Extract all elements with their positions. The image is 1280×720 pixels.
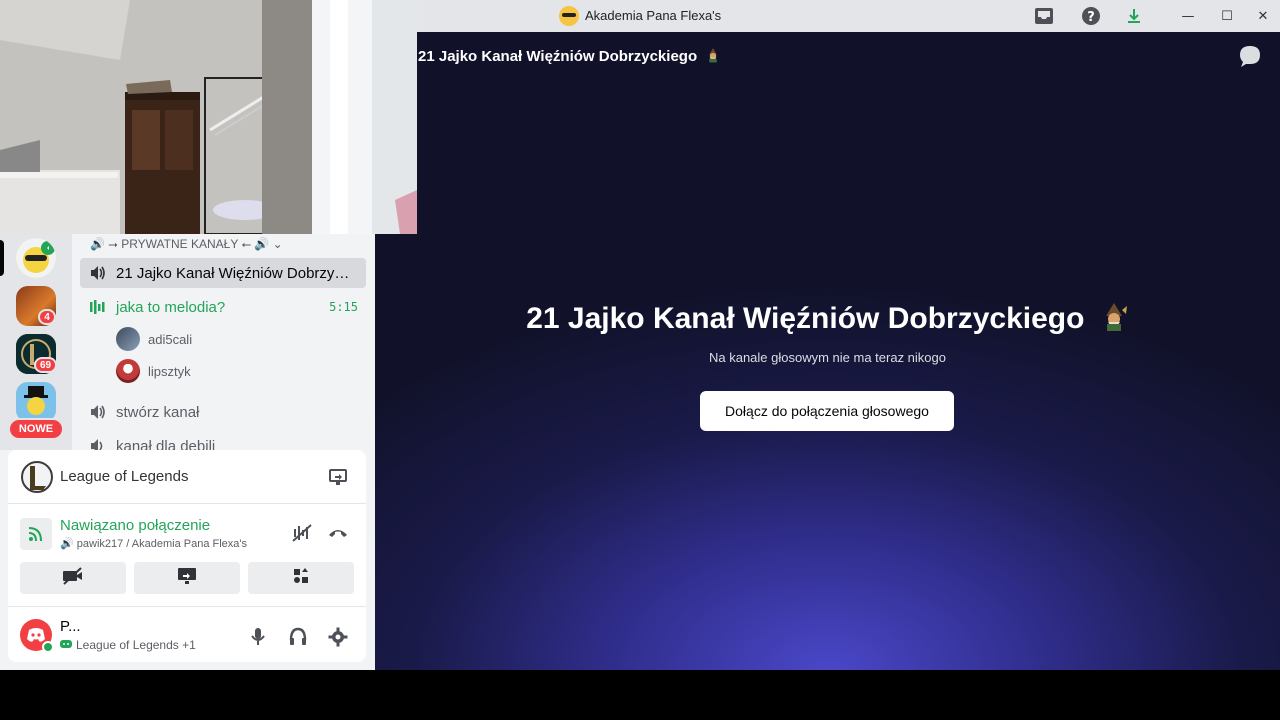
empty-channel-message: Na kanale głosowym nie ma teraz nikogo bbox=[708, 350, 946, 365]
gamepad-icon bbox=[60, 638, 72, 652]
channel-name: 21 Jajko Kanał Więźniów Dobrzy… bbox=[116, 264, 350, 282]
join-voice-button[interactable]: Dołącz do połączenia głosowego bbox=[700, 391, 954, 431]
username[interactable]: P... bbox=[60, 618, 81, 635]
screen-bottom-bar bbox=[0, 670, 1280, 720]
discord-window: Akademia Pana Flexa's ? — ☐ ✕ 4 69 NOWE … bbox=[0, 0, 1280, 670]
avatar bbox=[116, 359, 140, 383]
svg-text:?: ? bbox=[1087, 10, 1095, 25]
screen-share-icon bbox=[177, 567, 197, 589]
selected-server-indicator bbox=[0, 240, 4, 276]
channel-voice[interactable]: kanał dla debili bbox=[80, 431, 366, 450]
avatar bbox=[116, 327, 140, 351]
voice-connection: Nawiązano połączenie 🔊 pawik217 / Akadem… bbox=[8, 506, 366, 560]
activities-button[interactable] bbox=[248, 562, 354, 594]
channel-timer: 5:15 bbox=[329, 300, 358, 314]
camera-off-icon bbox=[62, 567, 84, 589]
help-icon[interactable]: ? bbox=[1081, 6, 1101, 26]
gnome-emoji-icon bbox=[709, 48, 718, 63]
voice-channel-icon bbox=[88, 263, 108, 283]
webcam-feed-image bbox=[0, 0, 417, 234]
channel-voice[interactable]: stwórz kanał bbox=[80, 397, 366, 427]
download-icon[interactable] bbox=[1124, 6, 1144, 26]
headphones-icon[interactable] bbox=[284, 623, 312, 651]
webcam-overlay bbox=[0, 0, 417, 234]
microphone-icon[interactable] bbox=[244, 623, 272, 651]
window-title: Akademia Pana Flexa's bbox=[585, 8, 722, 23]
user-activity: League of Legends +1 bbox=[60, 638, 196, 652]
connection-details[interactable]: 🔊 pawik217 / Akademia Pana Flexa's bbox=[60, 537, 247, 550]
server-icon-akademia[interactable] bbox=[16, 238, 56, 278]
voice-channel-view: 21 Jajko Kanał Więźniów Dobrzyckiego 21 … bbox=[375, 32, 1280, 670]
activity-bar: League of Legends bbox=[8, 450, 366, 504]
league-logo-icon bbox=[20, 460, 54, 494]
gnome-emoji-icon bbox=[1105, 303, 1127, 331]
channel-header: 21 Jajko Kanał Więźniów Dobrzyckiego bbox=[418, 47, 721, 65]
noise-suppression-icon[interactable] bbox=[288, 519, 316, 547]
voice-user[interactable]: lipsztyk bbox=[116, 357, 191, 385]
activity-name: League of Legends bbox=[60, 468, 189, 485]
channel-voice-active[interactable]: 21 Jajko Kanał Więźniów Dobrzy… bbox=[80, 258, 366, 288]
unread-badge: 69 bbox=[34, 357, 58, 373]
disconnect-icon[interactable] bbox=[324, 519, 352, 547]
screen-share-button[interactable] bbox=[134, 562, 240, 594]
user-panel: League of Legends Nawiązano połączenie 🔊… bbox=[8, 450, 366, 662]
online-status-icon bbox=[42, 641, 54, 653]
voice-activity-icon bbox=[88, 297, 108, 317]
new-badge[interactable]: NOWE bbox=[8, 418, 64, 440]
voice-channel-icon bbox=[88, 402, 108, 422]
title-bar: Akademia Pana Flexa's ? — ☐ ✕ bbox=[417, 0, 1280, 32]
maximize-button[interactable]: ☐ bbox=[1209, 0, 1245, 32]
server-icon-4[interactable] bbox=[16, 382, 56, 422]
chat-bubble-icon[interactable] bbox=[1238, 44, 1262, 68]
user-bar: P... League of Legends +1 bbox=[8, 606, 366, 662]
activities-icon bbox=[292, 567, 310, 589]
category-header[interactable]: 🔊 ⭢ PRYWATNE KANAŁY ⭠ 🔊 ⌄ bbox=[90, 237, 283, 252]
close-button[interactable]: ✕ bbox=[1245, 0, 1280, 32]
settings-gear-icon[interactable] bbox=[324, 623, 352, 651]
server-emoji-icon bbox=[559, 6, 579, 26]
voice-channel-icon bbox=[88, 436, 108, 450]
channel-name: jaka to melodia? bbox=[116, 298, 226, 316]
voice-user[interactable]: adi5cali bbox=[116, 325, 192, 353]
signal-icon[interactable] bbox=[20, 518, 52, 550]
channel-name: kanał dla debili bbox=[116, 437, 216, 451]
camera-toggle-button[interactable] bbox=[20, 562, 126, 594]
channel-name: stwórz kanał bbox=[116, 403, 200, 421]
inbox-icon[interactable] bbox=[1034, 6, 1054, 26]
stream-game-icon[interactable] bbox=[324, 463, 352, 491]
unread-badge: 4 bbox=[38, 309, 56, 325]
channel-list: 🔊 ⭢ PRYWATNE KANAŁY ⭠ 🔊 ⌄ 21 Jajko Kanał… bbox=[72, 234, 374, 450]
channel-title: 21 Jajko Kanał Więźniów Dobrzyckiego bbox=[375, 302, 1280, 336]
channel-voice-melodia[interactable]: jaka to melodia? 5:15 bbox=[80, 292, 366, 322]
minimize-button[interactable]: — bbox=[1170, 0, 1206, 32]
connection-status[interactable]: Nawiązano połączenie bbox=[60, 517, 210, 534]
